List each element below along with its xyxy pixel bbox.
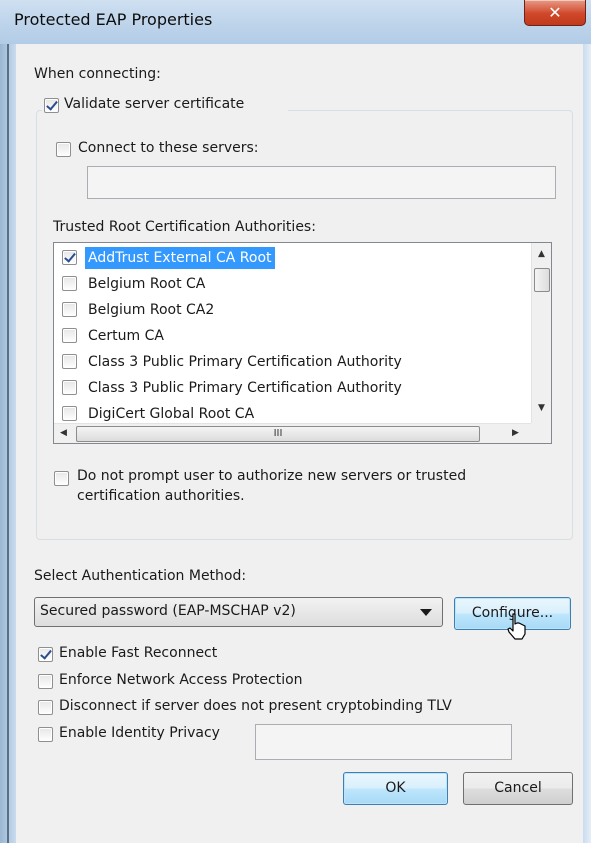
enable-fast-reconnect-checkbox[interactable]	[38, 647, 53, 662]
list-item-label: Certum CA	[88, 328, 164, 344]
auth-method-selected: Secured password (EAP-MSCHAP v2)	[40, 603, 296, 619]
list-item[interactable]: Class 3 Public Primary Certification Aut…	[54, 375, 528, 401]
close-button[interactable]: ✕	[524, 0, 586, 26]
list-item-label: Belgium Root CA2	[88, 302, 215, 318]
auth-method-dropdown[interactable]: Secured password (EAP-MSCHAP v2)	[34, 597, 443, 627]
validate-server-certificate-row[interactable]: Validate server certificate	[42, 95, 288, 117]
ok-button[interactable]: OK	[343, 772, 448, 805]
dropdown-arrow-icon	[420, 609, 432, 616]
validate-server-certificate-label[interactable]: Validate server certificate	[64, 96, 244, 112]
list-item-checkbox[interactable]	[62, 328, 77, 343]
list-item-checkbox[interactable]	[62, 276, 77, 291]
mouse-pointer-icon	[507, 613, 526, 640]
list-item[interactable]: Certum CA	[54, 323, 528, 349]
ok-button-label: OK	[385, 780, 406, 796]
disconnect-cryptobinding-checkbox[interactable]	[38, 700, 53, 715]
horizontal-scroll-thumb[interactable]: III	[76, 426, 480, 442]
scroll-grip-icon: III	[273, 428, 283, 439]
connect-to-servers-label[interactable]: Connect to these servers:	[78, 140, 259, 156]
list-item-label: Class 3 Public Primary Certification Aut…	[88, 380, 402, 396]
scroll-left-icon[interactable]: ◀	[60, 428, 67, 438]
list-item[interactable]: Belgium Root CA2	[54, 297, 528, 323]
auth-method-label: Select Authentication Method:	[34, 568, 247, 584]
enforce-nap-checkbox[interactable]	[38, 674, 53, 689]
horizontal-scrollbar[interactable]: ◀ III ▶	[54, 423, 531, 443]
scroll-right-icon[interactable]: ▶	[512, 428, 519, 438]
close-icon: ✕	[548, 3, 562, 22]
trusted-roots-label: Trusted Root Certification Authorities:	[53, 219, 316, 235]
scroll-up-icon[interactable]: ▲	[538, 249, 545, 259]
list-item-label: AddTrust External CA Root	[85, 247, 275, 269]
identity-privacy-input[interactable]	[255, 724, 512, 760]
enable-identity-privacy-label[interactable]: Enable Identity Privacy	[59, 725, 220, 741]
list-item-label: Class 3 Public Primary Certification Aut…	[88, 354, 402, 370]
window-title: Protected EAP Properties	[14, 10, 213, 29]
dialog-body: When connecting: Validate server certifi…	[16, 44, 583, 843]
disconnect-cryptobinding-label[interactable]: Disconnect if server does not present cr…	[59, 698, 452, 714]
list-item-checkbox[interactable]	[62, 302, 77, 317]
servers-input[interactable]	[87, 166, 556, 199]
window-frame-edge	[7, 44, 9, 843]
enable-identity-privacy-checkbox[interactable]	[38, 727, 53, 742]
enable-fast-reconnect-label[interactable]: Enable Fast Reconnect	[59, 645, 217, 661]
enforce-nap-label[interactable]: Enforce Network Access Protection	[59, 672, 303, 688]
list-item-checkbox[interactable]	[62, 380, 77, 395]
do-not-prompt-label-line2[interactable]: certification authorities.	[77, 488, 245, 504]
list-item-label: Belgium Root CA	[88, 276, 206, 292]
list-item[interactable]: Class 3 Public Primary Certification Aut…	[54, 349, 528, 375]
list-item-label: DigiCert Global Root CA	[88, 406, 255, 422]
cancel-button[interactable]: Cancel	[463, 772, 573, 805]
trusted-roots-list[interactable]: AddTrust External CA Root Belgium Root C…	[53, 242, 552, 444]
list-item[interactable]: AddTrust External CA Root	[54, 245, 528, 271]
cancel-button-label: Cancel	[494, 780, 542, 796]
list-item[interactable]: Belgium Root CA	[54, 271, 528, 297]
when-connecting-label: When connecting:	[34, 66, 161, 82]
window-frame-right	[583, 44, 591, 843]
vertical-scrollbar[interactable]: ▲ ▼	[531, 243, 551, 423]
scroll-corner	[531, 423, 551, 443]
list-item-checkbox[interactable]	[62, 406, 77, 421]
title-bar: Protected EAP Properties ✕	[0, 0, 591, 44]
list-item-checkbox[interactable]	[62, 250, 77, 265]
do-not-prompt-label-line1[interactable]: Do not prompt user to authorize new serv…	[77, 468, 466, 484]
list-item-checkbox[interactable]	[62, 354, 77, 369]
connect-to-servers-checkbox[interactable]	[56, 142, 71, 157]
vertical-scroll-thumb[interactable]	[534, 268, 550, 292]
do-not-prompt-checkbox[interactable]	[54, 471, 69, 486]
scroll-down-icon[interactable]: ▼	[538, 403, 545, 413]
validate-server-certificate-checkbox[interactable]	[44, 98, 59, 113]
